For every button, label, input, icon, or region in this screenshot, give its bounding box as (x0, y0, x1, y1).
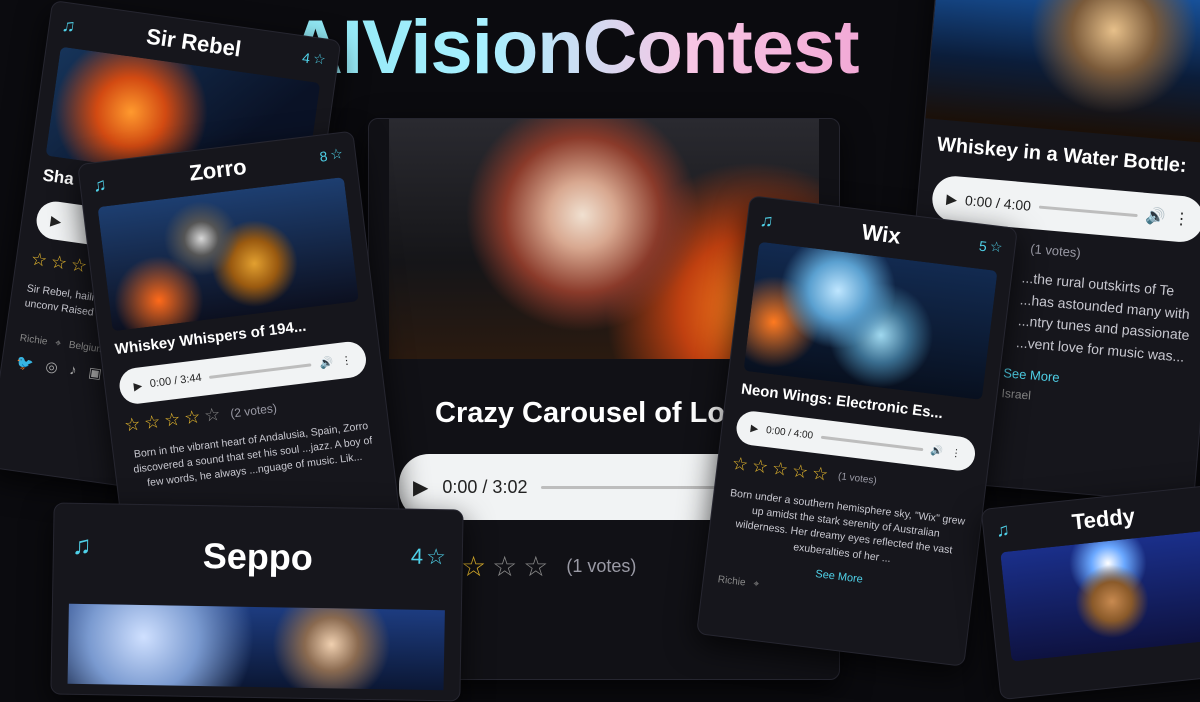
time-display: 0:00 / 4:00 (964, 192, 1032, 214)
location-pin-icon: ⌖ (54, 338, 62, 350)
votes-label: (2 votes) (229, 400, 278, 421)
instagram-icon[interactable]: ◎ (44, 358, 59, 377)
star-outline-icon[interactable]: ☆ (312, 50, 327, 69)
play-icon[interactable]: ▶ (946, 190, 958, 208)
vote-count: 4 (301, 48, 312, 66)
star-icon[interactable]: ☆ (751, 456, 769, 479)
vote-count: 8 (318, 147, 329, 165)
play-icon[interactable]: ▶ (750, 423, 759, 435)
card-zorro[interactable]: ♫ Zorro 8 ☆ Whiskey Whispers of 194... ▶ … (77, 130, 401, 554)
more-vert-icon[interactable]: ⋮ (340, 353, 352, 367)
author-name: Richie (717, 574, 747, 589)
music-note-icon: ♫ (91, 174, 108, 196)
time-display: 0:00 / 3:02 (442, 476, 528, 497)
star-icon[interactable]: ☆ (461, 550, 486, 583)
play-icon[interactable]: ▶ (133, 379, 143, 393)
linkedin-icon[interactable]: ▣ (87, 364, 102, 383)
music-note-icon: ♫ (71, 529, 92, 561)
star-icon[interactable]: ☆ (523, 550, 548, 583)
artist-image (67, 603, 445, 691)
star-outline-icon[interactable]: ☆ (989, 238, 1003, 256)
star-icon[interactable]: ☆ (771, 458, 789, 481)
more-vert-icon[interactable]: ⋮ (1173, 208, 1191, 229)
volume-icon[interactable]: 🔊 (930, 445, 944, 457)
artist-image (1000, 530, 1200, 662)
music-note-icon: ♫ (994, 519, 1011, 541)
play-icon[interactable]: ▶ (413, 475, 428, 500)
star-icon[interactable]: ☆ (163, 409, 182, 432)
brand-title: AIVisionContest (288, 5, 860, 90)
star-icon[interactable]: ☆ (791, 460, 809, 483)
artist-name: Wix (860, 219, 903, 249)
progress-bar[interactable] (820, 435, 924, 451)
music-note-icon: ♫ (758, 209, 775, 232)
star-outline-icon[interactable]: ☆ (426, 544, 446, 570)
votes-label: (1 votes) (566, 556, 637, 576)
star-icon[interactable]: ☆ (811, 463, 829, 486)
time-display: 0:00 / 3:44 (149, 371, 203, 391)
artist-name: Teddy (1070, 503, 1137, 535)
artist-name: Zorro (187, 153, 248, 186)
star-icon[interactable]: ☆ (123, 414, 142, 437)
volume-icon[interactable]: 🔊 (319, 355, 334, 370)
progress-bar[interactable] (1038, 205, 1138, 217)
location-pin-icon: ⌖ (752, 578, 760, 591)
volume-icon[interactable]: 🔊 (1145, 206, 1167, 228)
votes-label: (1 votes) (1029, 240, 1082, 261)
votes-label: (1 votes) (837, 471, 878, 487)
artist-name: Seppo (202, 535, 314, 578)
vote-count: 5 (978, 237, 988, 254)
star-icon[interactable]: ☆ (492, 550, 517, 583)
star-icon[interactable]: ☆ (183, 406, 202, 429)
card-seppo[interactable]: ♫ Seppo 4 ☆ (50, 502, 464, 702)
time-display: 0:00 / 4:00 (765, 424, 814, 442)
star-outline-icon[interactable]: ☆ (329, 145, 344, 163)
location-text: Israel (1001, 385, 1032, 403)
artist-name: Sir Rebel (144, 23, 243, 62)
more-vert-icon[interactable]: ⋮ (950, 447, 961, 459)
star-icon[interactable]: ☆ (49, 251, 69, 274)
tiktok-icon[interactable]: ♪ (68, 362, 78, 380)
card-wix[interactable]: ♫ Wix 5 ☆ Neon Wings: Electronic Es... ▶ … (696, 195, 1018, 667)
star-icon[interactable]: ☆ (731, 453, 749, 476)
card-teddy[interactable]: ♫ Teddy 5 (980, 483, 1200, 701)
play-icon[interactable]: ▶ (49, 211, 63, 229)
star-icon[interactable]: ☆ (143, 411, 162, 434)
vote-count: 4 (410, 543, 424, 569)
star-icon[interactable]: ☆ (69, 254, 89, 277)
star-icon[interactable]: ☆ (30, 249, 49, 272)
star-icon[interactable]: ☆ (203, 404, 222, 427)
author-name: Richie (19, 333, 49, 349)
twitter-icon[interactable]: 🐦 (15, 354, 34, 373)
progress-bar[interactable] (209, 362, 312, 379)
music-note-icon: ♫ (60, 14, 77, 37)
